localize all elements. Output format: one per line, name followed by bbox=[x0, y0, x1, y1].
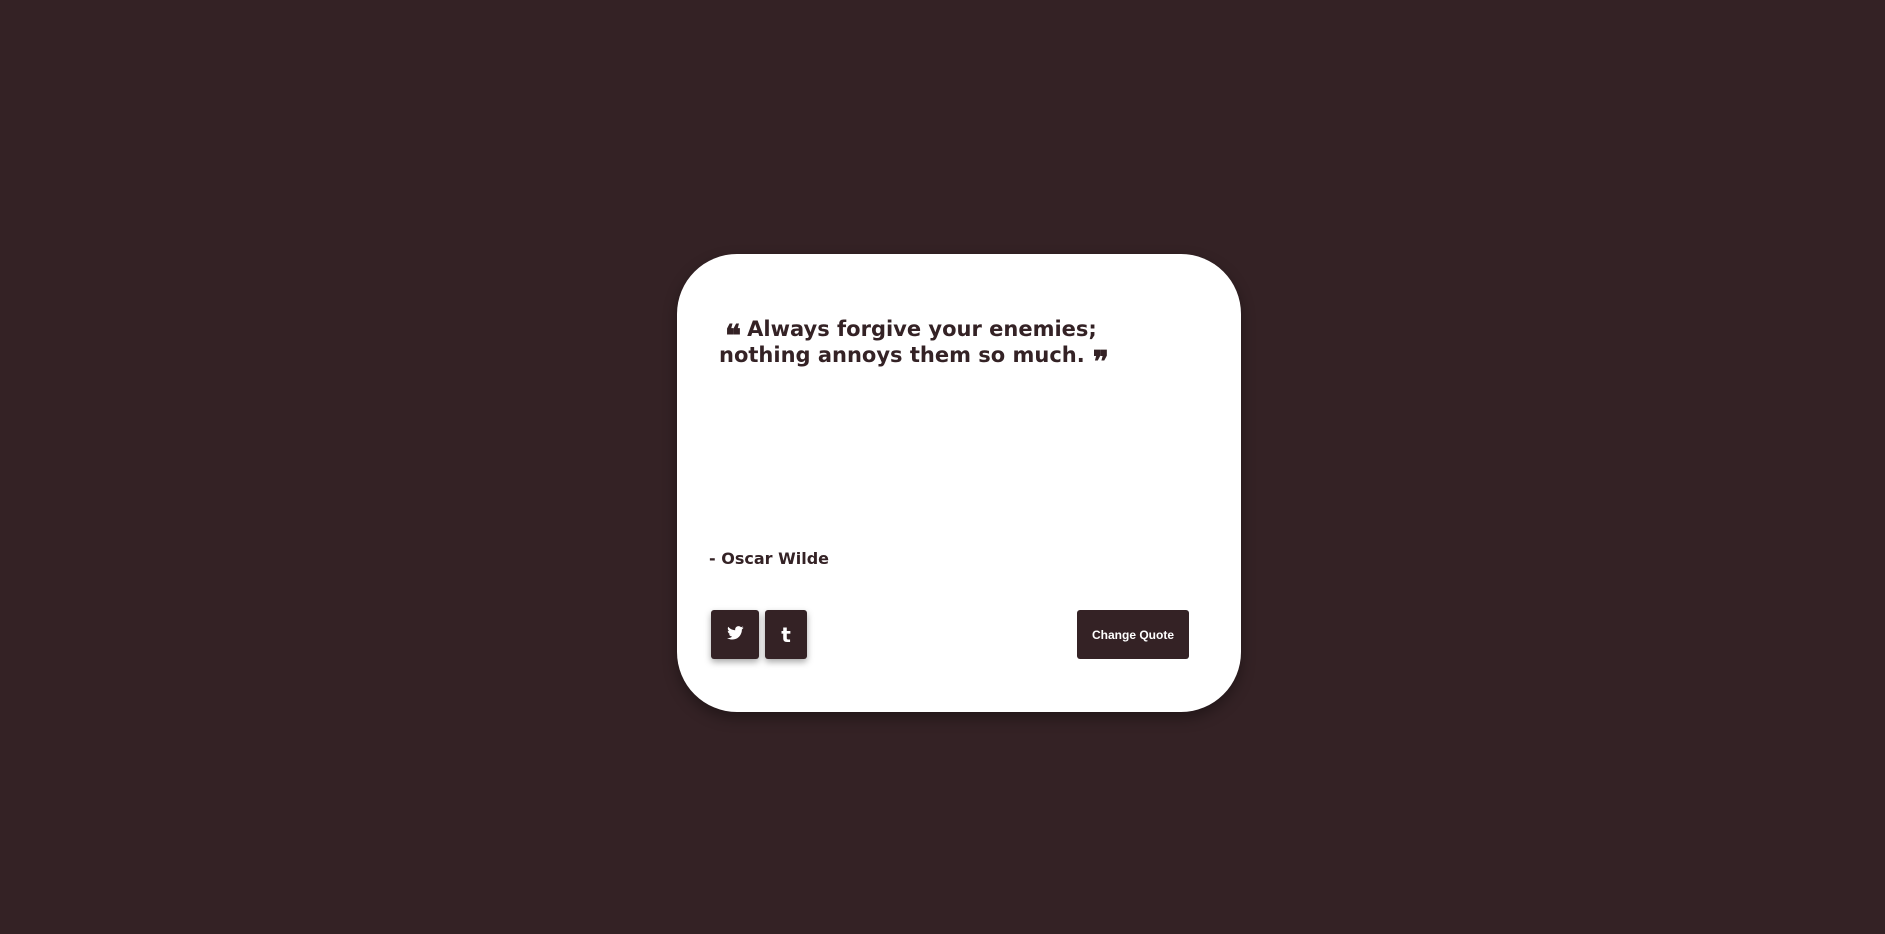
quote-author: - Oscar Wilde bbox=[709, 549, 829, 568]
tumblr-icon: t bbox=[781, 622, 791, 647]
tumblr-post-button[interactable]: t bbox=[765, 610, 807, 659]
page-background: ❝ Always forgive your enemies; nothing an… bbox=[0, 0, 1885, 934]
quote-text: Always forgive your enemies; nothing ann… bbox=[719, 317, 1097, 367]
twitter-icon bbox=[726, 626, 744, 643]
tweet-quote-button[interactable] bbox=[711, 610, 759, 659]
quote-card: ❝ Always forgive your enemies; nothing an… bbox=[677, 254, 1241, 712]
quote-text-block: ❝ Always forgive your enemies; nothing an… bbox=[719, 317, 1109, 380]
change-quote-button[interactable]: Change Quote bbox=[1077, 610, 1189, 659]
